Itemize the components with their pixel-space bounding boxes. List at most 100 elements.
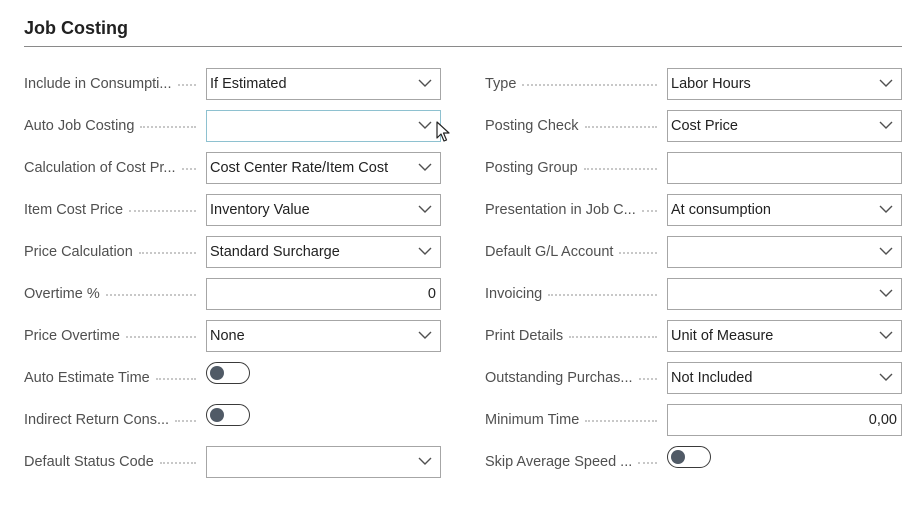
label-leader-dots — [105, 294, 196, 296]
field-row-default-g-l-account: Default G/L Account — [485, 236, 902, 278]
input-minimum-time[interactable]: 0,00 — [667, 404, 902, 436]
field-label-text: Default G/L Account — [485, 244, 614, 260]
toggle-auto-estimate-time[interactable] — [206, 362, 250, 384]
field-value: Inventory Value — [210, 202, 310, 218]
field-row-minimum-time: Minimum Time 0,00 — [485, 404, 902, 446]
label-leader-dots — [569, 336, 657, 338]
label-leader-dots — [638, 378, 657, 380]
section-divider — [24, 46, 902, 47]
field-row-include-in-consumpti: Include in Consumpti... If Estimated — [24, 68, 441, 110]
field-label-price-calculation: Price Calculation — [24, 236, 206, 268]
toggle-indirect-return-cons[interactable] — [206, 404, 250, 426]
chevron-down-icon[interactable] — [879, 330, 893, 340]
field-label-text: Presentation in Job C... — [485, 202, 636, 218]
field-label-text: Invoicing — [485, 286, 543, 302]
label-leader-dots — [138, 252, 196, 254]
dropdown-price-calculation[interactable]: Standard Surcharge — [206, 236, 441, 268]
input-overtime[interactable]: 0 — [206, 278, 441, 310]
dropdown-print-details[interactable]: Unit of Measure — [667, 320, 902, 352]
input-posting-group[interactable] — [667, 152, 902, 184]
field-label-presentation-in-job-c: Presentation in Job C... — [485, 194, 667, 226]
chevron-down-icon[interactable] — [418, 330, 432, 340]
field-label-text: Auto Job Costing — [24, 118, 135, 134]
dropdown-calculation-of-cost-pr[interactable]: Cost Center Rate/Item Cost — [206, 152, 441, 184]
chevron-down-icon[interactable] — [879, 372, 893, 382]
field-row-skip-average-speed: Skip Average Speed ... — [485, 446, 902, 488]
toggle-knob — [210, 408, 224, 422]
field-label-text: Type — [485, 76, 517, 92]
field-label-minimum-time: Minimum Time — [485, 404, 667, 436]
field-row-outstanding-purchas: Outstanding Purchas... Not Included — [485, 362, 902, 404]
field-label-text: Posting Check — [485, 118, 579, 134]
label-leader-dots — [585, 420, 657, 422]
dropdown-posting-check[interactable]: Cost Price — [667, 110, 902, 142]
dropdown-auto-job-costing[interactable] — [206, 110, 441, 142]
field-row-invoicing: Invoicing — [485, 278, 902, 320]
field-label-text: Include in Consumpti... — [24, 76, 172, 92]
chevron-down-icon[interactable] — [879, 120, 893, 130]
dropdown-type[interactable]: Labor Hours — [667, 68, 902, 100]
chevron-down-icon[interactable] — [418, 162, 432, 172]
field-label-text: Overtime % — [24, 286, 100, 302]
label-leader-dots — [641, 210, 657, 212]
chevron-down-icon[interactable] — [879, 246, 893, 256]
field-label-calculation-of-cost-pr: Calculation of Cost Pr... — [24, 152, 206, 184]
field-label-auto-job-costing: Auto Job Costing — [24, 110, 206, 142]
field-value: None — [210, 328, 245, 344]
field-label-text: Print Details — [485, 328, 564, 344]
field-label-text: Outstanding Purchas... — [485, 370, 633, 386]
field-label-default-status-code: Default Status Code — [24, 446, 206, 478]
toggle-skip-average-speed[interactable] — [667, 446, 711, 468]
field-label-posting-check: Posting Check — [485, 110, 667, 142]
field-value: Unit of Measure — [671, 328, 774, 344]
label-leader-dots — [125, 336, 196, 338]
chevron-down-icon[interactable] — [418, 204, 432, 214]
chevron-down-icon[interactable] — [879, 204, 893, 214]
field-label-text: Item Cost Price — [24, 202, 124, 218]
field-label-text: Skip Average Speed ... — [485, 454, 633, 470]
section-title: Job Costing — [24, 18, 128, 38]
field-row-item-cost-price: Item Cost Price Inventory Value — [24, 194, 441, 236]
dropdown-default-g-l-account[interactable] — [667, 236, 902, 268]
field-label-text: Posting Group — [485, 160, 578, 176]
field-label-posting-group: Posting Group — [485, 152, 667, 184]
dropdown-presentation-in-job-c[interactable]: At consumption — [667, 194, 902, 226]
left-column: Include in Consumpti... If Estimated Auto … — [24, 68, 441, 488]
dropdown-invoicing[interactable] — [667, 278, 902, 310]
dropdown-default-status-code[interactable] — [206, 446, 441, 478]
field-label-invoicing: Invoicing — [485, 278, 667, 310]
field-label-overtime: Overtime % — [24, 278, 206, 310]
label-leader-dots — [548, 294, 657, 296]
field-row-posting-group: Posting Group — [485, 152, 902, 194]
toggle-knob — [671, 450, 685, 464]
label-leader-dots — [129, 210, 196, 212]
dropdown-price-overtime[interactable]: None — [206, 320, 441, 352]
field-value: Cost Price — [671, 118, 738, 134]
toggle-knob — [210, 366, 224, 380]
chevron-down-icon[interactable] — [879, 78, 893, 88]
mouse-pointer-icon — [436, 121, 450, 142]
field-row-indirect-return-cons: Indirect Return Cons... — [24, 404, 441, 446]
field-value: 0 — [427, 286, 436, 302]
chevron-down-icon[interactable] — [879, 288, 893, 298]
chevron-down-icon[interactable] — [418, 246, 432, 256]
field-row-overtime: Overtime % 0 — [24, 278, 441, 320]
chevron-down-icon[interactable] — [418, 456, 432, 466]
dropdown-item-cost-price[interactable]: Inventory Value — [206, 194, 441, 226]
field-row-default-status-code: Default Status Code — [24, 446, 441, 488]
field-label-text: Price Calculation — [24, 244, 133, 260]
label-leader-dots — [619, 252, 657, 254]
dropdown-include-in-consumpti[interactable]: If Estimated — [206, 68, 441, 100]
field-row-calculation-of-cost-pr: Calculation of Cost Pr... Cost Center Rat… — [24, 152, 441, 194]
label-leader-dots — [175, 420, 196, 422]
field-label-text: Default Status Code — [24, 454, 154, 470]
dropdown-outstanding-purchas[interactable]: Not Included — [667, 362, 902, 394]
label-leader-dots — [522, 84, 657, 86]
field-label-auto-estimate-time: Auto Estimate Time — [24, 362, 206, 394]
field-row-auto-estimate-time: Auto Estimate Time — [24, 362, 441, 404]
chevron-down-icon[interactable] — [418, 78, 432, 88]
label-leader-dots — [583, 168, 657, 170]
field-label-text: Minimum Time — [485, 412, 580, 428]
chevron-down-icon[interactable] — [418, 120, 432, 130]
field-row-posting-check: Posting Check Cost Price — [485, 110, 902, 152]
